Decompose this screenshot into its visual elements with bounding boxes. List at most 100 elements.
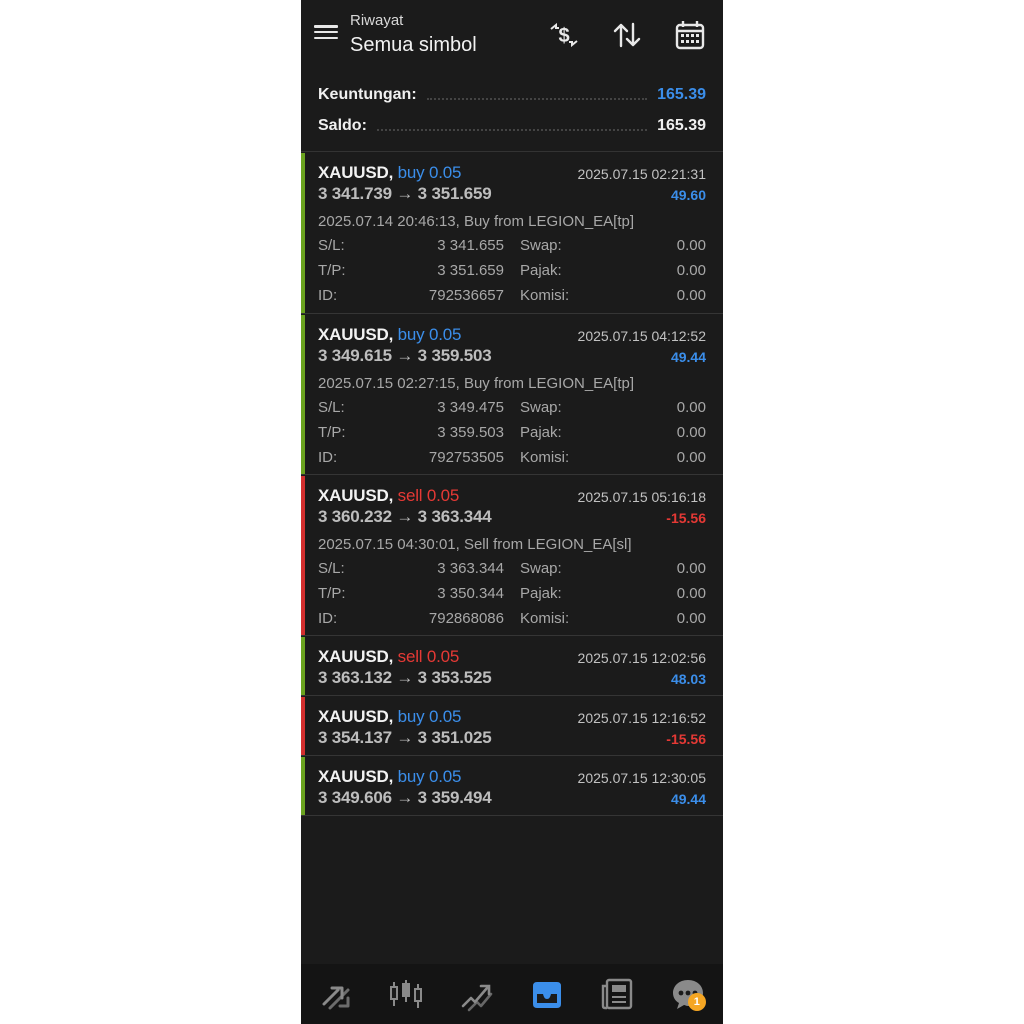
deal-close-time: 2025.07.15 02:21:31 [577,166,706,182]
sl-value: 3 341.655 [437,237,504,254]
deal-item[interactable]: XAUUSD, buy 0.05 3 354.137 → 3 351.025 2… [301,697,723,756]
symbol-filter-title[interactable]: Semua simbol [350,34,477,57]
deal-side-volume: buy 0.05 [397,163,462,182]
deal-close-time: 2025.07.15 12:16:52 [577,710,706,726]
deal-symbol: XAUUSD, [318,486,394,505]
sl-label: S/L: [318,560,345,577]
id-label: ID: [318,449,338,466]
profit-label: Keuntungan: [318,86,417,103]
result-bar [301,757,305,815]
swap-value: 0.00 [676,237,706,254]
deal-side-volume: buy 0.05 [397,767,462,786]
balance-label: Saldo: [318,117,367,134]
profit-value: 165.39 [657,86,706,103]
dotted-leader [376,129,648,131]
account-summary: Keuntungan: 165.39 Saldo: 165.39 [301,80,723,152]
result-bar [301,476,305,635]
deal-symbol: XAUUSD, [318,767,394,786]
swap-value: 0.00 [676,399,706,416]
news-icon[interactable] [597,974,637,1014]
svg-text:$: $ [558,25,569,47]
deal-prices: 3 349.606 → 3 359.494 [318,788,492,807]
deal-item[interactable]: XAUUSD, sell 0.05 3 360.232 → 3 363.344 … [301,476,723,636]
deal-close-time: 2025.07.15 05:16:18 [577,489,706,505]
swap-value: 0.00 [676,560,706,577]
commission-label: Komisi: [520,287,570,304]
swap-label: Swap: [520,237,562,254]
menu-icon[interactable] [313,22,339,46]
id-label: ID: [318,287,338,304]
commission-value: 0.00 [676,610,706,627]
chart-candles-icon[interactable] [386,974,426,1014]
result-bar [301,153,305,313]
profit-row: Keuntungan: 165.39 [318,80,706,110]
deal-close-time: 2025.07.15 12:30:05 [577,770,706,786]
commission-label: Komisi: [520,610,570,627]
chat-icon[interactable]: 1 [668,974,708,1014]
deal-symbol-line: XAUUSD, sell 0.05 [318,647,459,667]
quotes-icon[interactable] [316,974,356,1014]
tp-value: 3 359.503 [437,424,504,441]
tax-label: Pajak: [520,585,562,602]
deal-side-volume: buy 0.05 [397,325,462,344]
deal-symbol: XAUUSD, [318,647,394,666]
deal-symbol-line: XAUUSD, sell 0.05 [318,486,459,506]
deal-details: S/L: 3 363.344 Swap: 0.00 T/P: 3 350.344 Paja… [318,560,706,635]
tax-label: Pajak: [520,424,562,441]
deal-details: S/L: 3 349.475 Swap: 0.00 T/P: 3 359.503 Paja… [318,399,706,474]
dotted-leader [426,98,648,100]
balance-value: 165.39 [657,117,706,134]
deal-symbol-line: XAUUSD, buy 0.05 [318,163,461,183]
deal-profit: -15.56 [666,510,706,526]
deal-item[interactable]: XAUUSD, buy 0.05 3 349.606 → 3 359.494 2… [301,757,723,816]
history-inbox-icon[interactable] [527,974,567,1014]
sl-label: S/L: [318,399,345,416]
deal-close-time: 2025.07.15 12:02:56 [577,650,706,666]
page-subtitle: Riwayat [350,12,404,29]
deal-item[interactable]: XAUUSD, sell 0.05 3 363.132 → 3 353.525 … [301,637,723,696]
deal-item[interactable]: XAUUSD, buy 0.05 3 349.615 → 3 359.503 2… [301,315,723,475]
top-app-bar: Riwayat Semua simbol $ [301,0,723,70]
commission-value: 0.00 [676,449,706,466]
calendar-icon[interactable] [673,18,707,52]
deal-side-volume: sell 0.05 [397,647,460,666]
id-value: 792868086 [428,610,504,627]
result-bar [301,697,305,755]
id-value: 792536657 [428,287,504,304]
deal-profit: 49.44 [670,349,706,365]
deal-symbol: XAUUSD, [318,707,394,726]
deal-item[interactable]: XAUUSD, buy 0.05 3 341.739 → 3 351.659 2… [301,153,723,314]
tp-value: 3 351.659 [437,262,504,279]
deal-profit: 48.03 [670,671,706,687]
deal-comment: 2025.07.15 04:30:01, Sell from LEGION_EA… [318,536,632,553]
deal-symbol: XAUUSD, [318,325,394,344]
tp-label: T/P: [318,585,346,602]
tax-label: Pajak: [520,262,562,279]
tp-value: 3 350.344 [437,585,504,602]
deal-close-time: 2025.07.15 04:12:52 [577,328,706,344]
deal-prices: 3 360.232 → 3 363.344 [318,507,492,526]
chat-badge: 1 [687,993,706,1011]
deal-side-volume: buy 0.05 [397,707,462,726]
currency-exchange-icon[interactable]: $ [547,18,581,52]
deal-symbol-line: XAUUSD, buy 0.05 [318,325,461,345]
sl-value: 3 363.344 [437,560,504,577]
commission-value: 0.00 [676,287,706,304]
commission-label: Komisi: [520,449,570,466]
result-bar [301,637,305,695]
trade-icon[interactable] [457,974,497,1014]
deal-side-volume: sell 0.05 [397,486,460,505]
bottom-navigation: 1 [301,964,723,1024]
tax-value: 0.00 [676,585,706,602]
deal-symbol: XAUUSD, [318,163,394,182]
sl-label: S/L: [318,237,345,254]
balance-row: Saldo: 165.39 [318,111,706,141]
deal-prices: 3 363.132 → 3 353.525 [318,668,492,687]
deal-prices: 3 349.615 → 3 359.503 [318,346,492,365]
deal-symbol-line: XAUUSD, buy 0.05 [318,767,461,787]
result-bar [301,315,305,474]
sort-arrows-icon[interactable] [610,18,644,52]
deal-profit: 49.60 [670,187,706,203]
sl-value: 3 349.475 [437,399,504,416]
swap-label: Swap: [520,560,562,577]
